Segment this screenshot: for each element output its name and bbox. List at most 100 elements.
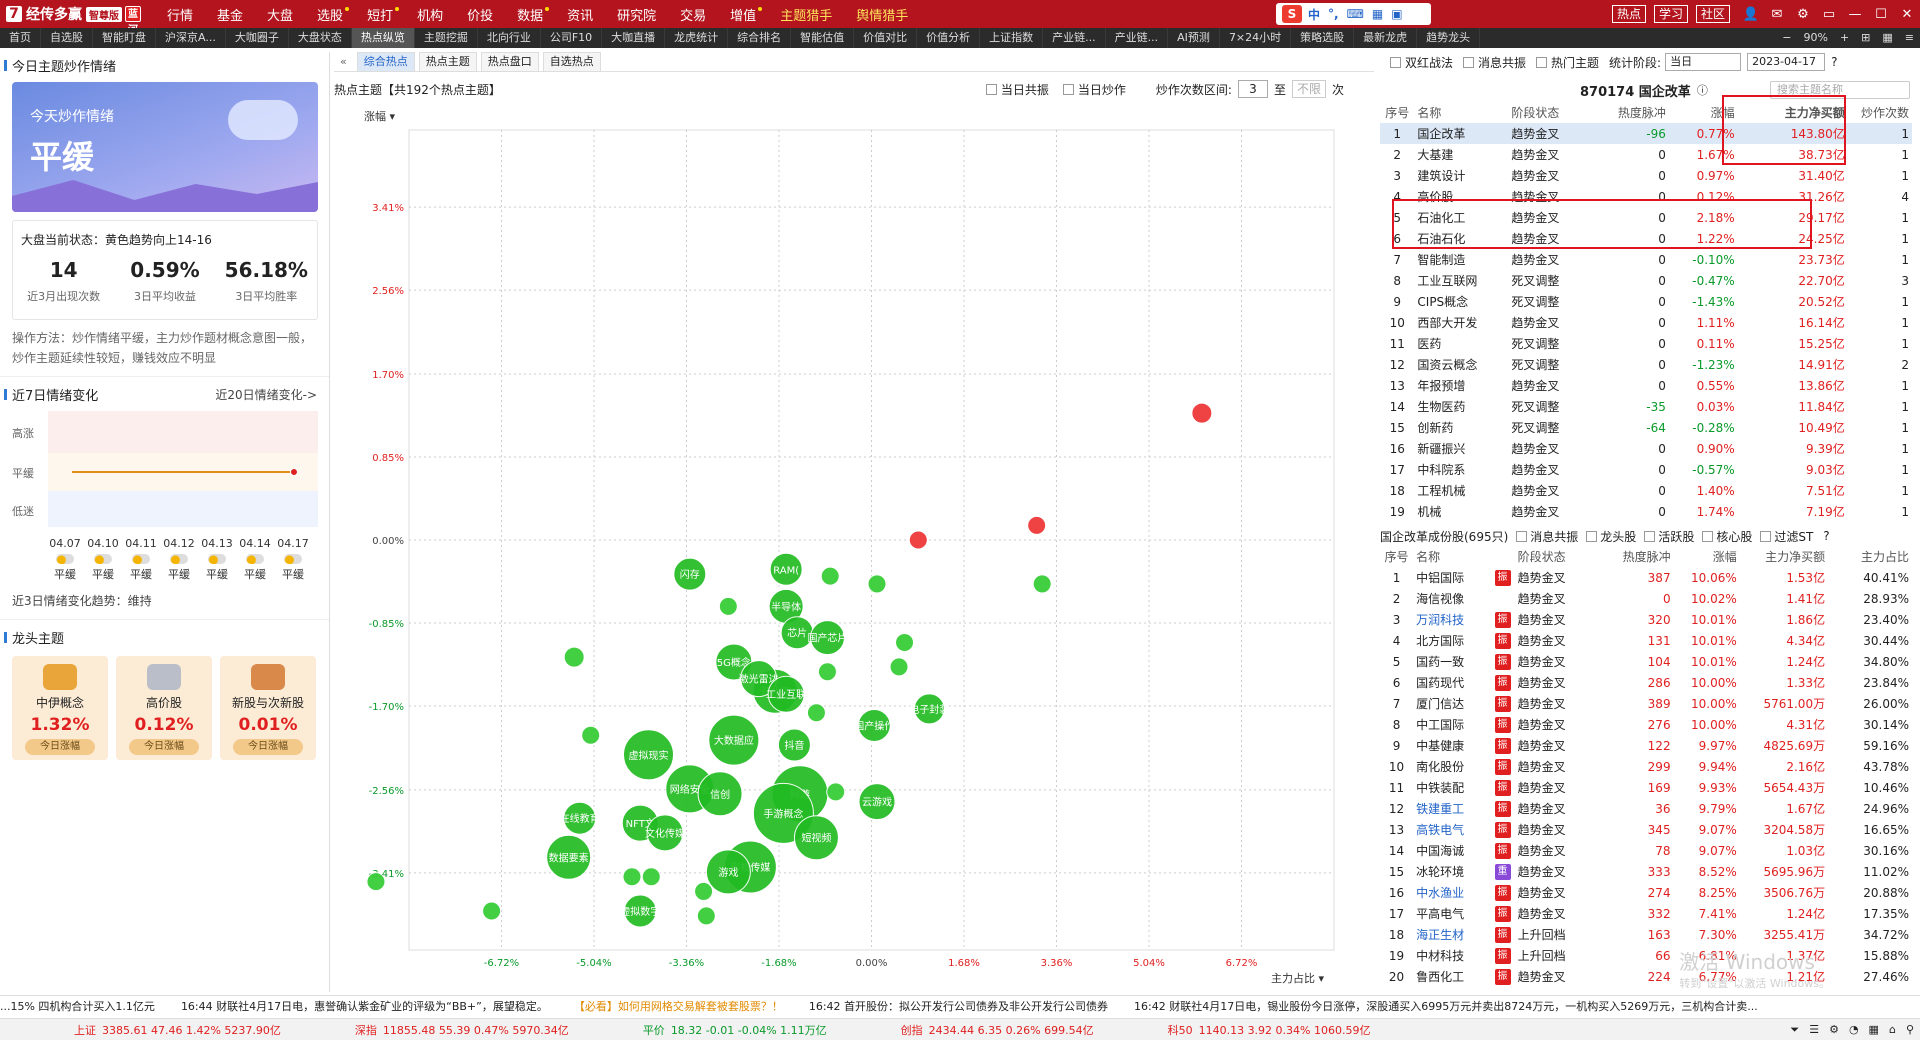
table-row[interactable]: 3 万润科技 振趋势金叉 320 10.01% 1.86亿 23.40% bbox=[1380, 609, 1912, 630]
table-row[interactable]: 13 高铁电气 振趋势金叉 345 9.07% 3204.58万 16.65% bbox=[1380, 819, 1912, 840]
status-icon[interactable]: ⏷ bbox=[1790, 1023, 1799, 1037]
tab[interactable]: 产业链... bbox=[1106, 28, 1169, 48]
news-item[interactable]: 16:44 财联社4月17日电，惠誉确认紫金矿业的评级为“BB+”，展望稳定。 bbox=[181, 998, 548, 1014]
bubble[interactable] bbox=[366, 872, 386, 892]
tab[interactable]: 策略选股 bbox=[1291, 28, 1355, 48]
table-row[interactable]: 12 国资云概念 死叉调整 0 -1.23% 14.91亿 2 bbox=[1380, 354, 1912, 375]
menu-item[interactable]: 舆情猎手 bbox=[844, 5, 920, 24]
tab[interactable]: 智能盯盘 bbox=[93, 28, 156, 48]
bubble-circle[interactable] bbox=[867, 574, 887, 594]
list-icon[interactable]: ≡ bbox=[1899, 28, 1920, 48]
bubble[interactable] bbox=[908, 530, 928, 550]
table-row[interactable]: 10 南化股份 振趋势金叉 299 9.94% 2.16亿 43.78% bbox=[1380, 756, 1912, 777]
filter-checkbox[interactable] bbox=[1702, 530, 1714, 542]
table-row[interactable]: 16 新疆振兴 趋势金叉 0 0.90% 9.39亿 1 bbox=[1380, 438, 1912, 459]
bubble-circle[interactable] bbox=[895, 633, 915, 652]
table-row[interactable]: 9 CIPS概念 死叉调整 0 -1.43% 20.52亿 1 bbox=[1380, 291, 1912, 312]
collapse-icon[interactable]: « bbox=[334, 53, 353, 71]
table-row[interactable]: 16 中水渔业 振趋势金叉 274 8.25% 3506.76万 20.88% bbox=[1380, 882, 1912, 903]
tab[interactable]: 沪深京A... bbox=[156, 28, 226, 48]
bubble-circle[interactable] bbox=[622, 867, 642, 887]
bubble-circle[interactable] bbox=[826, 782, 846, 802]
minus-icon[interactable]: − bbox=[1776, 28, 1797, 48]
column-header[interactable]: 主力净买额 bbox=[1740, 546, 1828, 567]
column-header[interactable]: 序号 bbox=[1380, 102, 1414, 123]
table-row[interactable]: 20 鲁西化工振趋势金叉 224 6.77% 1.21亿 27.46% bbox=[1380, 966, 1912, 987]
table-row[interactable]: 7 厦门信达 振趋势金叉 389 10.00% 5761.00万 26.00% bbox=[1380, 693, 1912, 714]
status-icon[interactable]: ⌂ bbox=[1889, 1023, 1896, 1037]
news-item[interactable]: 【必看】如何用网格交易解套被套股票？！ bbox=[574, 998, 783, 1014]
tab[interactable]: 最新龙虎 bbox=[1354, 28, 1418, 48]
minimize-icon[interactable]: — bbox=[1842, 7, 1868, 22]
column-header[interactable]: 主力占比 bbox=[1828, 546, 1912, 567]
tab-general-hot[interactable]: 综合热点 bbox=[356, 51, 415, 72]
window-icon[interactable]: ▭ bbox=[1816, 7, 1842, 22]
menu-item[interactable]: 增值 bbox=[718, 5, 768, 24]
table-row[interactable]: 1 中铝国际 振趋势金叉 387 10.06% 1.53亿 40.41% bbox=[1380, 567, 1912, 588]
bubble[interactable] bbox=[641, 867, 661, 887]
bubble[interactable]: RAM( bbox=[769, 552, 803, 586]
bubble-circle[interactable] bbox=[1032, 574, 1052, 594]
ime-item[interactable]: ▣ bbox=[1391, 7, 1402, 21]
menu-item[interactable]: 数据 bbox=[505, 5, 555, 24]
menu-item[interactable]: 短打 bbox=[355, 5, 405, 24]
tab-hot-board[interactable]: 热点盘口 bbox=[480, 51, 539, 72]
tab[interactable]: 综合排名 bbox=[728, 28, 792, 48]
bubble-circle[interactable] bbox=[694, 881, 714, 901]
table-row[interactable]: 13 年报预增 趋势金叉 0 0.55% 13.86亿 1 bbox=[1380, 375, 1912, 396]
status-icon[interactable]: ☰ bbox=[1809, 1023, 1819, 1037]
bubble[interactable] bbox=[622, 867, 642, 887]
table-row[interactable]: 5 石油化工 趋势金叉 0 2.18% 29.17亿 1 bbox=[1380, 207, 1912, 228]
bubble[interactable] bbox=[694, 881, 714, 901]
filter-checkbox[interactable] bbox=[1516, 530, 1528, 542]
news-item[interactable]: 16:42 财联社4月17日电，锡业股份今日涨停，深股通买入6995万元并卖出8… bbox=[1134, 998, 1758, 1014]
help-icon[interactable]: ? bbox=[1823, 529, 1829, 543]
status-icon[interactable]: ▦ bbox=[1869, 1023, 1879, 1037]
bubble-circle[interactable] bbox=[908, 530, 928, 550]
menu-item[interactable]: 选股 bbox=[305, 5, 355, 24]
table-row[interactable]: 17 平高电气 振趋势金叉 332 7.41% 1.24亿 17.35% bbox=[1380, 903, 1912, 924]
tab[interactable]: 首页 bbox=[0, 28, 41, 48]
ime-item[interactable]: ⌨ bbox=[1347, 7, 1364, 21]
leader-btn[interactable]: 今日涨幅 bbox=[233, 739, 303, 755]
bubble[interactable] bbox=[867, 574, 887, 594]
column-header[interactable]: 序号 bbox=[1380, 546, 1413, 567]
mail-icon[interactable]: ✉ bbox=[1764, 7, 1790, 22]
bubble[interactable]: 游戏 bbox=[705, 849, 751, 895]
bubble-circle[interactable] bbox=[581, 725, 601, 745]
tab[interactable]: 大咖圈子 bbox=[226, 28, 289, 48]
ime-item[interactable]: ▦ bbox=[1372, 7, 1383, 21]
tab[interactable]: 7×24小时 bbox=[1220, 28, 1292, 48]
bubble-circle[interactable] bbox=[366, 872, 386, 892]
hot-link[interactable]: 热点 bbox=[1611, 5, 1646, 23]
table-row[interactable]: 5 国药一致 振趋势金叉 104 10.01% 1.24亿 34.80% bbox=[1380, 651, 1912, 672]
table-row[interactable]: 11 中铁装配 振趋势金叉 169 9.93% 5654.43万 10.46% bbox=[1380, 777, 1912, 798]
bubble-circle[interactable] bbox=[889, 657, 909, 677]
layout-icon[interactable]: ▦ bbox=[1876, 28, 1898, 48]
column-header[interactable]: 热度脉冲 bbox=[1607, 546, 1673, 567]
table-row[interactable]: 7 智能制造 趋势金叉 0 -0.10% 23.73亿 1 bbox=[1380, 249, 1912, 270]
tab[interactable]: 价值对比 bbox=[854, 28, 918, 48]
news-item[interactable]: 16:42 首开股份：拟公开发行公司债券及非公开发行公司债券 bbox=[809, 998, 1108, 1014]
filter-checkbox[interactable] bbox=[1760, 530, 1772, 542]
table-row[interactable]: 14 生物医药 死叉调整 -35 0.03% 11.84亿 1 bbox=[1380, 396, 1912, 417]
table-row[interactable]: 6 石油石化 趋势金叉 0 1.22% 24.25亿 1 bbox=[1380, 228, 1912, 249]
column-header[interactable]: 涨幅 bbox=[1674, 546, 1740, 567]
table-row[interactable]: 18 工程机械 趋势金叉 0 1.40% 7.51亿 1 bbox=[1380, 480, 1912, 501]
table-row[interactable]: 4 北方国际 振趋势金叉 131 10.01% 4.34亿 30.44% bbox=[1380, 630, 1912, 651]
bubble[interactable]: 抖音 bbox=[777, 728, 811, 762]
ime-item[interactable]: 中 bbox=[1308, 6, 1320, 23]
menu-item[interactable]: 资讯 bbox=[555, 5, 605, 24]
maximize-icon[interactable]: ☐ bbox=[1868, 7, 1894, 22]
table-row[interactable]: 18 海正生材 振上升回档 163 7.30% 3255.41万 34.72% bbox=[1380, 924, 1912, 945]
bubble[interactable] bbox=[1191, 402, 1213, 424]
leader-card[interactable]: 新股与次新股 0.01% 今日涨幅 bbox=[220, 656, 316, 760]
tab[interactable]: 热点纵览 bbox=[351, 28, 415, 48]
leader-btn[interactable]: 今日涨幅 bbox=[25, 739, 95, 755]
menu-item[interactable]: 研究院 bbox=[605, 5, 668, 24]
stage-select[interactable]: 当日 bbox=[1665, 53, 1742, 71]
bubble-circle[interactable] bbox=[718, 596, 738, 616]
bubble[interactable]: 闪存 bbox=[673, 557, 707, 591]
hot-theme-checkbox[interactable] bbox=[1536, 56, 1548, 68]
index-item[interactable]: 上证 3385.61 47.46 1.42% 5237.90亿 bbox=[74, 1022, 281, 1038]
